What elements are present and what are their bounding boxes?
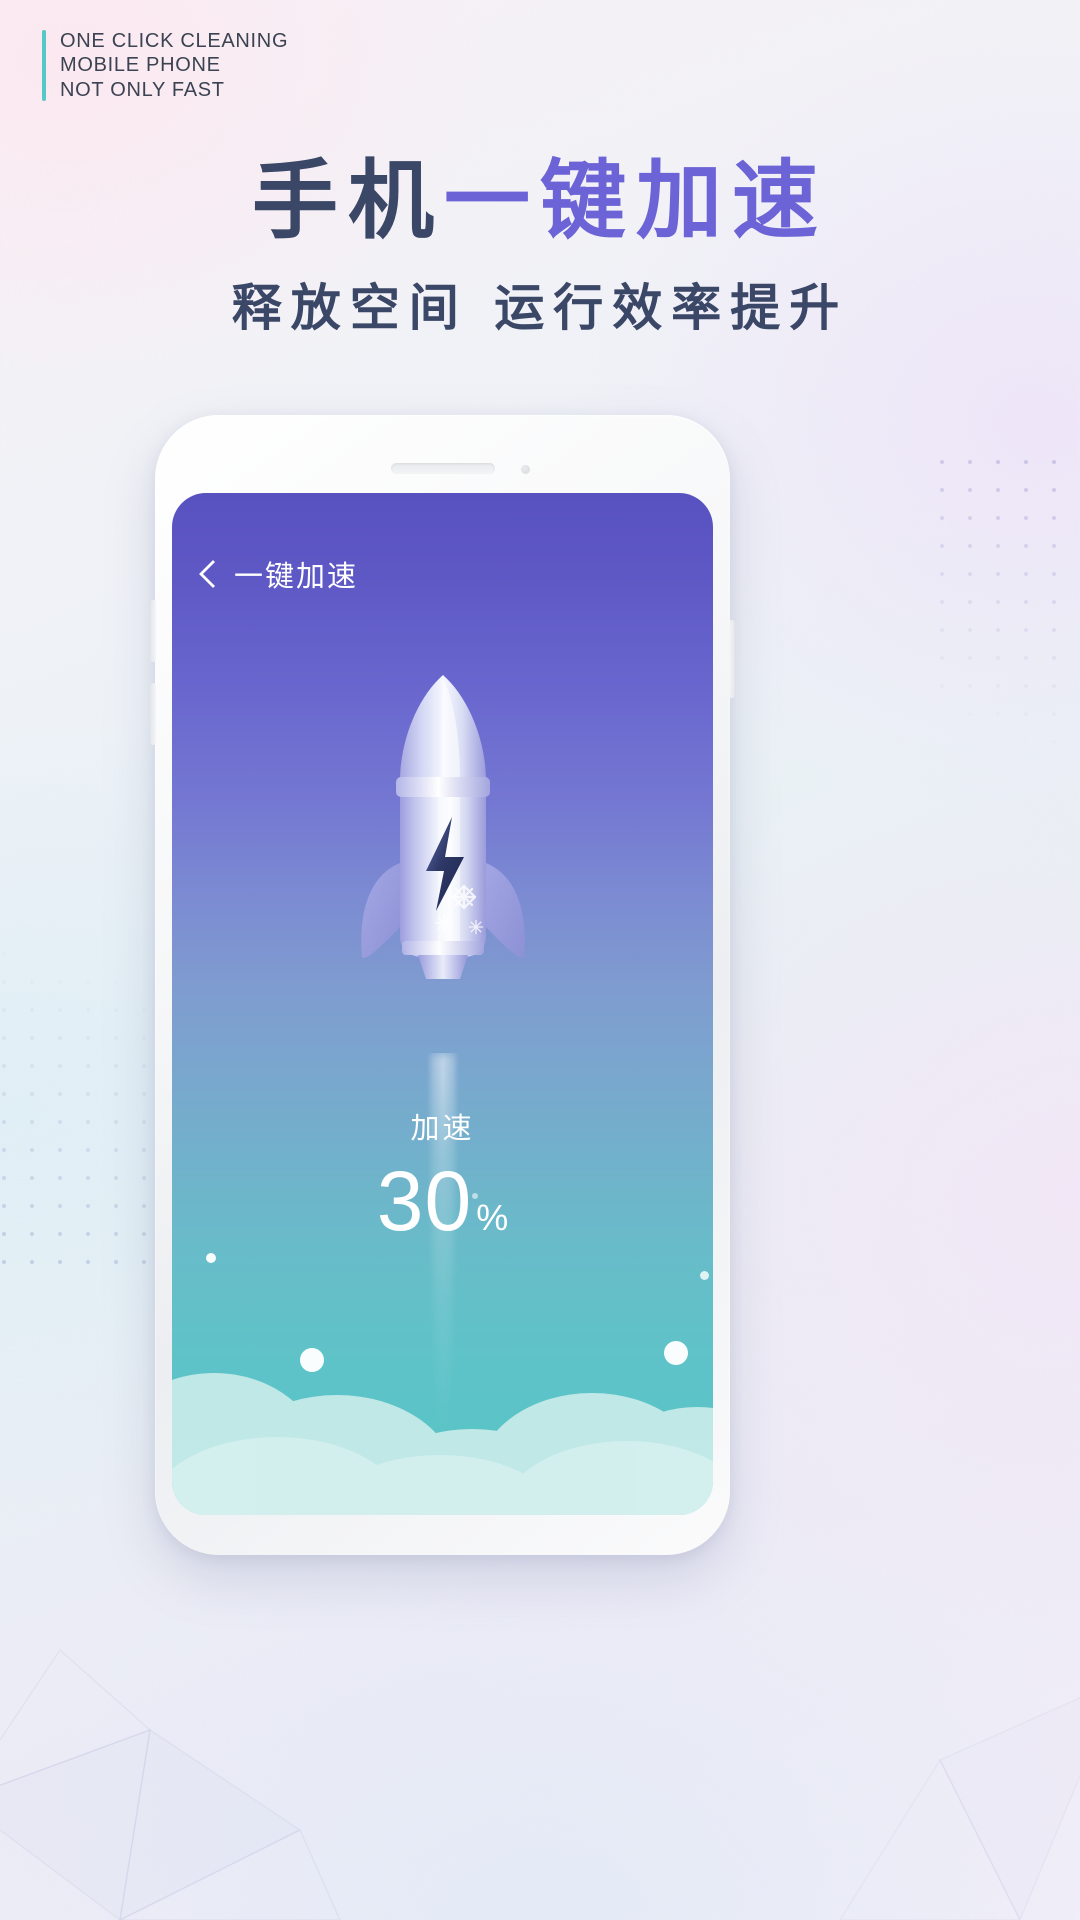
stat-value: 30 [376, 1154, 473, 1248]
page-subtitle: 释放空间 运行效率提升 [231, 279, 849, 337]
facet-decoration-left [0, 1648, 341, 1920]
page-title: 手机一键加速 [0, 158, 1080, 244]
headline-dark-part: 手机 [252, 151, 444, 251]
headline-wrap: 手机一键加速 [0, 158, 1080, 244]
particle-dot [472, 1193, 478, 1199]
rocket-collar [395, 777, 490, 797]
acceleration-stat: 加速 30 % [172, 1105, 713, 1243]
stat-unit: % [476, 1197, 509, 1238]
chevron-left-icon[interactable] [198, 557, 220, 591]
stat-label: 加速 [410, 1111, 475, 1145]
app-navbar: 一键加速 [172, 545, 713, 603]
dot-pattern-top-right [928, 448, 1080, 768]
kicker-line-2: MOBILE PHONE [60, 54, 221, 77]
phone-screen: 一键加速 加速 30 % [172, 493, 713, 1515]
navbar-title: 一键加速 [234, 559, 359, 593]
rocket-nozzle [417, 955, 468, 979]
kicker-accent-bar [42, 30, 46, 102]
headline-purple-part: 一键加速 [444, 151, 828, 251]
stat-value-row: 30 % [172, 1159, 713, 1243]
particle-dot [206, 1253, 216, 1263]
dot-pattern-bottom-left [0, 940, 170, 1280]
kicker-block: ONE CLICK CLEANING MOBILE PHONE NOT ONLY… [42, 30, 288, 102]
kicker-line-1: ONE CLICK CLEANING [60, 30, 289, 52]
kicker-line-3: NOT ONLY FAST [60, 78, 225, 101]
volume-up-button[interactable] [150, 600, 156, 662]
facet-decoration-right [839, 1697, 1080, 1920]
power-button[interactable] [729, 620, 735, 698]
cloud-decoration [172, 1373, 713, 1515]
kicker-lines: ONE CLICK CLEANING MOBILE PHONE NOT ONLY… [60, 30, 288, 101]
rocket-illustration [360, 675, 525, 979]
front-camera [520, 465, 530, 474]
phone-mockup: 一键加速 加速 30 % [150, 415, 735, 1555]
volume-down-button[interactable] [150, 683, 156, 745]
earpiece-speaker [390, 463, 495, 474]
